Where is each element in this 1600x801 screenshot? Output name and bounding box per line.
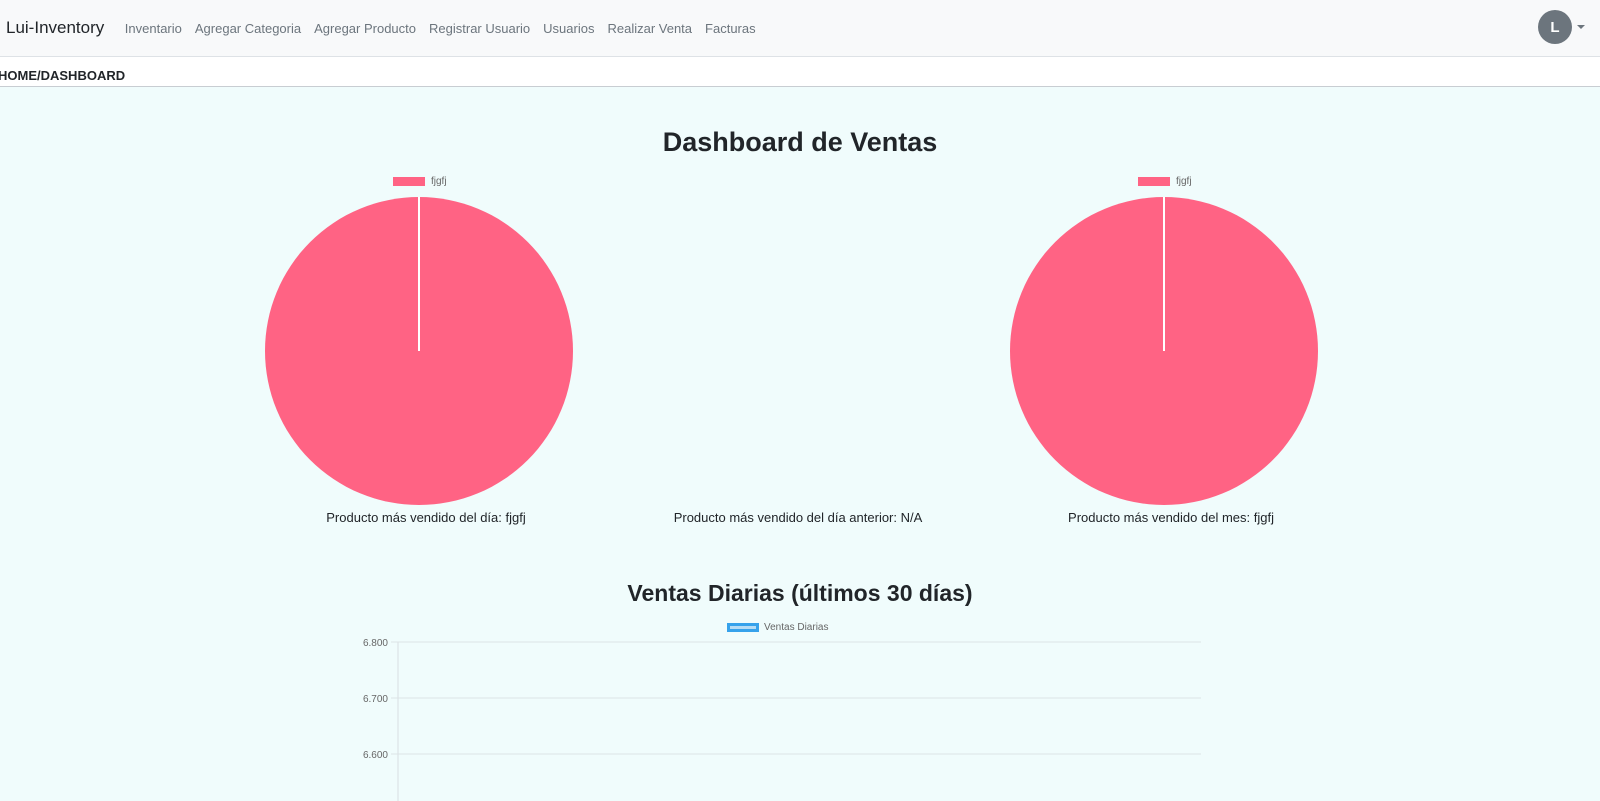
daily-sales-line-chart: 6.800 6.700 6.600 <box>363 638 1201 801</box>
caption-month: Producto más vendido del mes: fjgfj <box>1068 510 1274 525</box>
pie-legend-day[interactable]: fjgfj <box>393 176 447 187</box>
legend-label: fjgfj <box>431 176 447 187</box>
brand-logo[interactable]: Lui-Inventory <box>6 18 104 38</box>
user-menu[interactable]: L <box>1538 10 1585 44</box>
nav-usuarios[interactable]: Usuarios <box>537 21 601 36</box>
legend-swatch <box>393 177 425 186</box>
nav-agregar-categoria[interactable]: Agregar Categoria <box>188 21 307 36</box>
navbar: Lui-Inventory Inventario Agregar Categor… <box>0 0 1600 57</box>
pie-legend-month[interactable]: fjgfj <box>1138 176 1192 187</box>
legend-label: fjgfj <box>1176 176 1192 187</box>
nav-realizar-venta[interactable]: Realizar Venta <box>601 21 699 36</box>
breadcrumb: HOME/DASHBOARD <box>0 68 126 83</box>
pie-chart-day <box>265 197 573 505</box>
avatar[interactable]: L <box>1538 10 1572 44</box>
nav-facturas[interactable]: Facturas <box>699 21 763 36</box>
caption-day: Producto más vendido del día: fjgfj <box>326 510 526 525</box>
y-tick-label: 6.800 <box>363 638 388 649</box>
caption-previous-day: Producto más vendido del día anterior: N… <box>673 510 923 525</box>
nav-registrar-usuario[interactable]: Registrar Usuario <box>423 21 537 36</box>
y-tick-label: 6.700 <box>363 694 388 705</box>
daily-sales-title: Ventas Diarias (últimos 30 días) <box>627 580 973 606</box>
nav-agregar-producto[interactable]: Agregar Producto <box>308 21 423 36</box>
nav-links: Inventario Agregar Categoria Agregar Pro… <box>118 21 762 36</box>
dashboard-title: Dashboard de Ventas <box>662 127 938 157</box>
chevron-down-icon[interactable] <box>1577 25 1585 29</box>
breadcrumb-bar: HOME/DASHBOARD <box>0 57 1600 87</box>
y-tick-label: 6.600 <box>363 750 388 761</box>
pie-chart-month <box>1010 197 1318 505</box>
legend-swatch <box>1138 177 1170 186</box>
nav-inventario[interactable]: Inventario <box>118 21 188 36</box>
